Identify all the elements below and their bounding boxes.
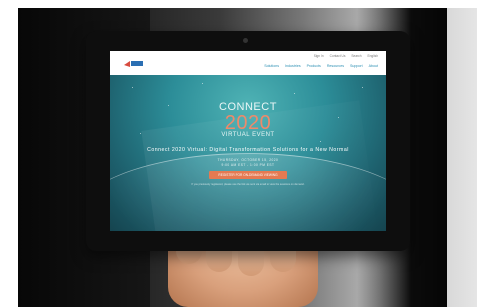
hero-tagline: Connect 2020 Virtual: Digital Transforma… — [147, 147, 349, 153]
logo-icon — [124, 61, 143, 67]
util-nav-item[interactable]: Search — [351, 54, 361, 58]
register-button[interactable]: REGISTER FOR ON-DEMAND VIEWING — [209, 171, 287, 179]
image-border — [477, 0, 487, 307]
event-time: 9:00 AM EST - 1:00 PM EST — [221, 163, 275, 167]
util-nav-item[interactable]: English — [368, 54, 378, 58]
image-border — [0, 0, 18, 307]
star-dot — [362, 87, 363, 88]
star-dot — [294, 93, 295, 94]
image-border — [0, 0, 487, 8]
star-dot — [320, 141, 321, 142]
event-date: THURSDAY, OCTOBER 15, 2020 — [217, 158, 279, 162]
main-nav-item[interactable]: Industries — [285, 64, 301, 68]
main-nav-item[interactable]: Support — [350, 64, 363, 68]
main-nav-item[interactable]: Products — [307, 64, 321, 68]
tablet-screen: Sign In Contact Us Search English Soluti… — [110, 51, 386, 231]
hero-subtitle: VIRTUAL EVENT — [221, 132, 275, 138]
website-header: Sign In Contact Us Search English Soluti… — [110, 51, 386, 75]
star-dot — [132, 87, 133, 88]
main-nav: Solutions Industries Products Resources … — [264, 64, 378, 68]
star-dot — [202, 83, 203, 84]
main-nav-item[interactable]: Solutions — [264, 64, 279, 68]
hero-banner: CONNECT 2020 VIRTUAL EVENT Connect 2020 … — [110, 75, 386, 231]
camera-icon — [243, 38, 248, 43]
tablet-device: Sign In Contact Us Search English Soluti… — [86, 31, 410, 251]
registration-note: If you previously registered, please use… — [191, 183, 305, 186]
photo-hand-holding-tablet: Sign In Contact Us Search English Soluti… — [0, 0, 487, 307]
utility-nav: Sign In Contact Us Search English — [314, 54, 378, 58]
util-nav-item[interactable]: Contact Us — [330, 54, 346, 58]
main-nav-item[interactable]: About — [369, 64, 378, 68]
util-nav-item[interactable]: Sign In — [314, 54, 324, 58]
main-nav-item[interactable]: Resources — [327, 64, 344, 68]
